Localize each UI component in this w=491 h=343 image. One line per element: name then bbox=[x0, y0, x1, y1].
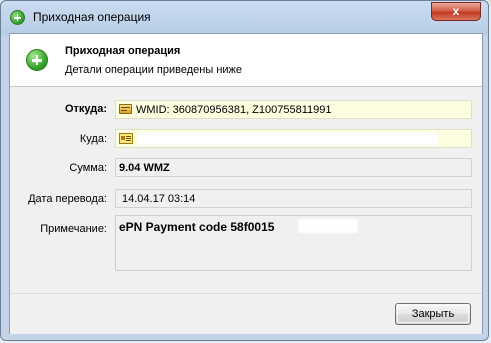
window-title: Приходная операция bbox=[33, 10, 151, 24]
purse-icon bbox=[119, 104, 132, 114]
certificate-icon bbox=[119, 133, 133, 144]
amount-label: Сумма: bbox=[69, 162, 107, 174]
note-label: Примечание: bbox=[40, 223, 107, 235]
header-subtitle: Детали операции приведены ниже bbox=[65, 64, 243, 76]
dialog-footer: Закрыть bbox=[10, 293, 482, 334]
date-label: Дата перевода: bbox=[28, 193, 107, 205]
to-field[interactable] bbox=[115, 129, 472, 148]
plus-circle-icon bbox=[26, 49, 48, 71]
redacted-area bbox=[298, 219, 358, 233]
note-field[interactable]: ePN Payment code 58f0015 bbox=[115, 215, 472, 271]
from-label: Откуда: bbox=[64, 103, 107, 115]
date-value: 14.04.17 03:14 bbox=[122, 193, 196, 205]
title-bar[interactable]: Приходная операция x bbox=[1, 1, 490, 33]
dialog-header: Приходная операция Детали операции приве… bbox=[10, 34, 482, 87]
from-value: WMID: 360870956381, Z100755811991 bbox=[136, 104, 332, 116]
dialog-content: Приходная операция Детали операции приве… bbox=[9, 33, 483, 334]
close-button[interactable]: Закрыть bbox=[395, 303, 471, 325]
header-title: Приходная операция bbox=[65, 45, 181, 57]
amount-value: 9.04 WMZ bbox=[119, 162, 170, 174]
note-value: ePN Payment code 58f0015 bbox=[119, 220, 275, 234]
from-field[interactable]: WMID: 360870956381, Z100755811991 bbox=[115, 100, 472, 119]
redacted-area bbox=[138, 132, 438, 146]
amount-field: 9.04 WMZ bbox=[115, 158, 472, 177]
date-field: 14.04.17 03:14 bbox=[115, 189, 472, 208]
window-close-button[interactable]: x bbox=[431, 2, 481, 21]
dialog-window: Приходная операция x Приходная операция … bbox=[0, 0, 489, 341]
to-label: Куда: bbox=[79, 133, 107, 145]
add-operation-icon bbox=[10, 10, 25, 25]
